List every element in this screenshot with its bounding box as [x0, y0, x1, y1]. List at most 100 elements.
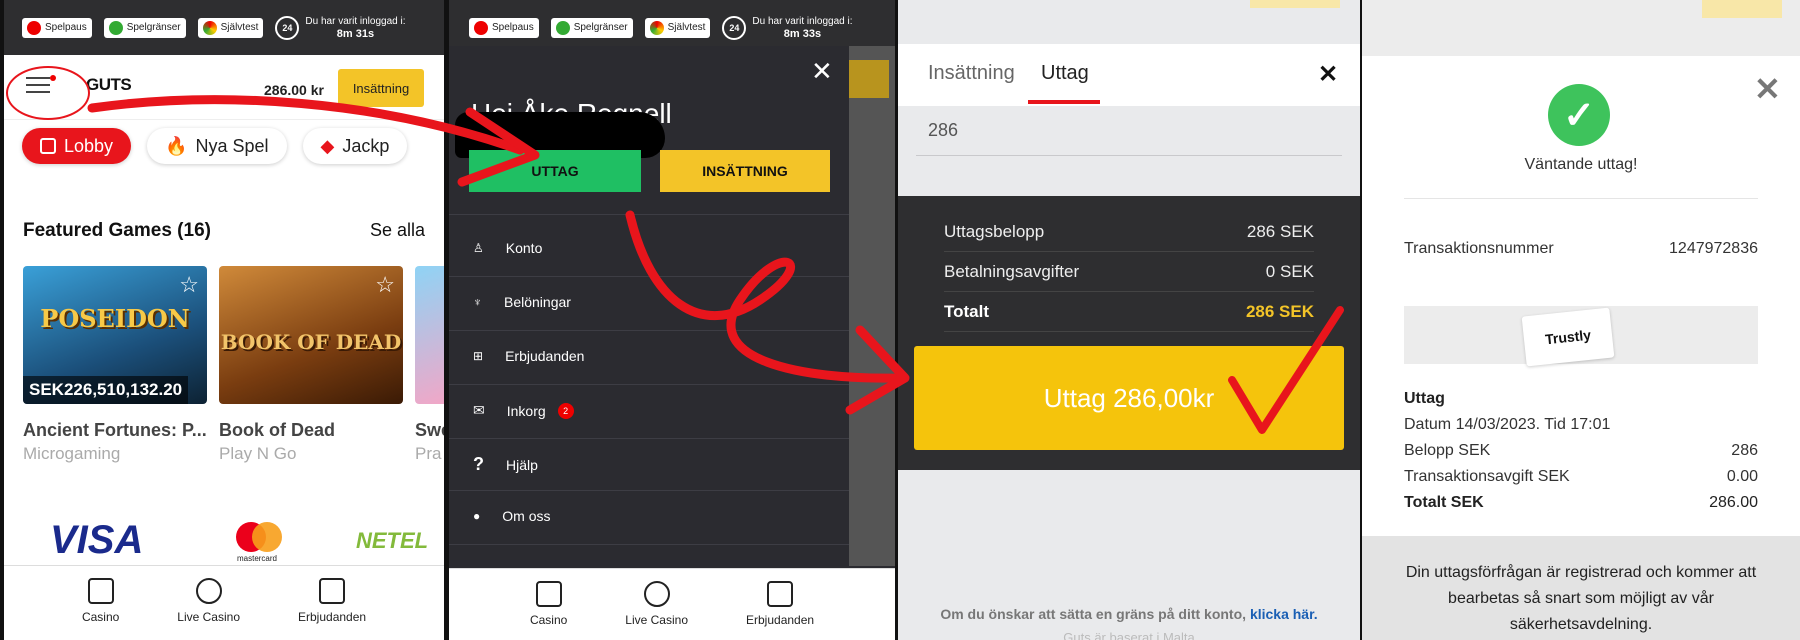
jackpot-amount: SEK226,510,132.20 — [23, 376, 189, 404]
game-name[interactable]: Swe — [415, 420, 444, 441]
divider — [449, 544, 849, 545]
game-provider: Pra — [415, 444, 442, 463]
panel-withdraw: Insättning Uttag ✕ 286 Uttagsbelopp 286 S… — [898, 0, 1360, 640]
spelpaus-button[interactable]: Spelpaus — [469, 17, 539, 38]
provider-strip: Trustly — [1404, 306, 1758, 367]
spelgranser-button[interactable]: Spelgränser — [550, 17, 633, 38]
session-timer: 24 Du har varit inloggad i: 8m 31s — [275, 15, 405, 41]
game-tile-ancient-fortunes[interactable]: POSEIDON ☆ SEK226,510,132.20 — [23, 266, 207, 404]
user-icon: ♙ — [473, 241, 484, 255]
receipt-card: ✕ ✓ Väntande uttag! Transaktionsnummer 12… — [1362, 56, 1800, 640]
guts-logo[interactable]: GUTS — [86, 75, 132, 95]
menu-item-offers[interactable]: ⊞ Erbjudanden — [473, 348, 584, 364]
info-icon: ● — [473, 509, 481, 523]
transaction-row: Transaktionsnummer 1247972836 — [1404, 240, 1758, 257]
pause-icon — [27, 20, 41, 35]
slot-machine-icon — [535, 581, 562, 607]
favorite-star-icon[interactable]: ☆ — [375, 272, 395, 298]
limits-icon — [108, 20, 123, 35]
tabs: Insättning Uttag ✕ — [898, 44, 1360, 106]
nav-casino[interactable]: Casino — [82, 578, 119, 640]
summary-row: Betalningsavgifter 0 SEK — [944, 262, 1314, 292]
menu-item-account[interactable]: ♙ Konto — [473, 240, 542, 256]
age-limit-icon: 24 — [275, 15, 300, 40]
game-name[interactable]: Book of Dead — [219, 420, 335, 441]
submit-withdraw-button[interactable]: Uttag 286,00kr — [914, 346, 1344, 450]
success-check-icon: ✓ — [1548, 84, 1610, 146]
game-art-title: BOOK OF DEAD — [220, 330, 402, 354]
payment-logo-visa: VISA — [50, 518, 144, 562]
pause-icon — [474, 20, 488, 35]
nav-casino[interactable]: Casino — [530, 581, 567, 640]
close-icon[interactable]: ✕ — [811, 58, 833, 84]
summary-row: Uttagsbelopp 286 SEK — [944, 222, 1314, 252]
flame-icon: 🔥 — [165, 135, 188, 156]
sjalvtest-button[interactable]: Självtest — [197, 17, 264, 38]
background-page — [849, 46, 895, 566]
pill-new-games[interactable]: 🔥 Nya Spel — [147, 128, 287, 164]
pill-jackpot[interactable]: ◆ Jackp — [302, 128, 408, 164]
deposit-button[interactable]: INSÄTTNING — [660, 150, 830, 192]
responsible-gaming-bar: Spelpaus Spelgränser Självtest 24 Du har… — [4, 0, 444, 55]
category-pills: Lobby 🔥 Nya Spel ◆ Jackp — [22, 128, 408, 164]
gauge-icon — [202, 20, 217, 35]
question-icon: ? — [473, 454, 484, 474]
side-menu: ✕ Hej Åke Regnell UTTAG INSÄTTNING ♙Kont… — [449, 46, 849, 566]
spelgranser-button[interactable]: Spelgränser — [103, 17, 186, 38]
favorite-star-icon[interactable]: ☆ — [179, 272, 199, 298]
nav-offers[interactable]: Erbjudanden — [298, 578, 366, 640]
tab-withdraw[interactable]: Uttag — [1041, 62, 1089, 85]
top-strip — [898, 0, 1360, 44]
game-tile-book-of-dead[interactable]: BOOK OF DEAD ☆ — [219, 266, 403, 404]
summary-total: Totalt 286 SEK — [944, 302, 1314, 332]
pill-lobby[interactable]: Lobby — [22, 128, 132, 164]
highlight-circle — [6, 66, 90, 120]
nav-live-casino[interactable]: Live Casino — [625, 581, 688, 640]
limits-icon — [555, 20, 570, 35]
menu-item-rewards[interactable]: ♆ Belöningar — [473, 294, 571, 310]
game-provider: Microgaming — [23, 444, 121, 463]
close-icon[interactable]: ✕ — [1318, 60, 1338, 89]
limit-link[interactable]: klicka här. — [1250, 606, 1318, 622]
divider — [449, 384, 849, 385]
divider — [449, 276, 849, 277]
deposit-button[interactable]: Insättning — [338, 69, 424, 107]
game-art-title: POSEIDON — [40, 304, 190, 333]
withdraw-button[interactable]: UTTAG — [469, 150, 641, 192]
status-text: Väntande uttag! — [1524, 156, 1638, 173]
gauge-icon — [649, 20, 664, 35]
sjalvtest-button[interactable]: Självtest — [644, 17, 711, 38]
close-icon[interactable]: ✕ — [1754, 70, 1781, 108]
game-tile-partial[interactable] — [415, 266, 444, 404]
slot-machine-icon — [87, 578, 114, 604]
panel-lobby: Spelpaus Spelgränser Självtest 24 Du har… — [4, 0, 444, 640]
see-all-link[interactable]: Se alla — [370, 220, 425, 241]
nav-live-casino[interactable]: Live Casino — [177, 578, 240, 640]
menu-item-help[interactable]: ? Hjälp — [473, 454, 538, 475]
panel-receipt: ✕ ✓ Väntande uttag! Transaktionsnummer 12… — [1362, 0, 1800, 640]
dealer-icon — [643, 581, 670, 607]
gift-icon: ⊞ — [473, 349, 484, 363]
divider — [449, 438, 849, 439]
amount-input[interactable]: 286 — [916, 110, 1342, 156]
nav-offers[interactable]: Erbjudanden — [746, 581, 814, 640]
balance: 286.00 kr — [264, 82, 324, 98]
gift-icon — [767, 581, 794, 607]
tab-deposit[interactable]: Insättning — [928, 62, 1015, 85]
game-name[interactable]: Ancient Fortunes: P... — [23, 420, 207, 441]
confirmation-message: Din uttagsförfrågan är registrerad och k… — [1362, 536, 1800, 640]
payment-logo-neteller: NETEL — [356, 528, 429, 553]
bottom-nav: Casino Live Casino Erbjudanden — [449, 568, 895, 640]
menu-item-about[interactable]: ● Om oss — [473, 508, 550, 524]
dealer-icon — [195, 578, 222, 604]
menu-item-inbox[interactable]: ✉ Inkorg 2 — [473, 402, 574, 419]
payment-logo-mastercard: mastercard — [232, 522, 282, 563]
home-icon — [40, 138, 56, 154]
trophy-icon: ♆ — [473, 295, 482, 309]
spelpaus-button[interactable]: Spelpaus — [22, 17, 92, 38]
unread-badge: 2 — [557, 402, 574, 419]
age-limit-icon: 24 — [722, 15, 747, 40]
based-text: Guts är baserat i Malta — [1063, 630, 1195, 640]
panel-menu: Spelpaus Spelgränser Självtest 24 Du har… — [449, 0, 895, 640]
receipt-row: Transaktionsavgift SEK 0.00 — [1404, 468, 1758, 485]
